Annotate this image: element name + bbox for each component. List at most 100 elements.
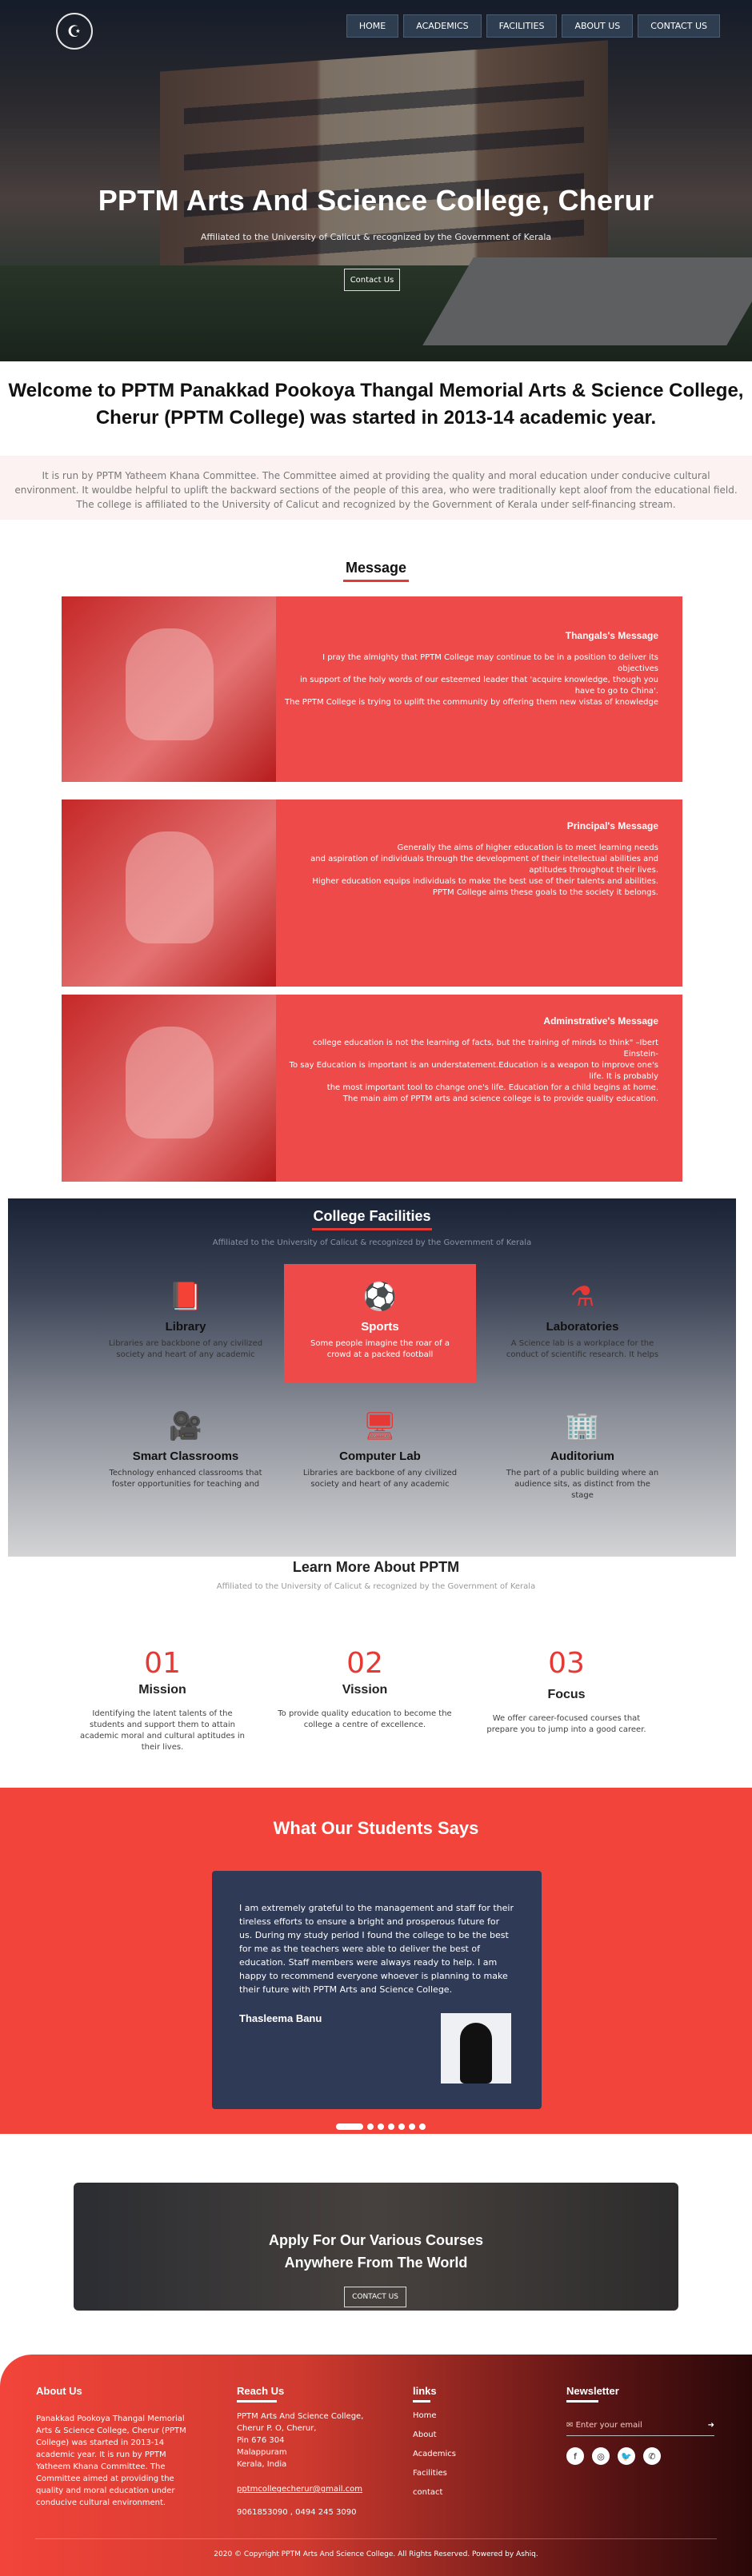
welcome-heading: Welcome to PPTM Panakkad Pookoya Thangal… <box>8 380 744 429</box>
title-underline <box>343 580 409 582</box>
administrative-photo <box>62 995 276 1182</box>
college-logo[interactable]: ☪ <box>56 13 93 50</box>
twitter-icon[interactable]: 🐦 <box>618 2447 635 2465</box>
message-title: Thangals's Message <box>565 630 658 641</box>
message-line: Generally the aims of higher education i… <box>397 843 658 852</box>
message-line: the most important tool to change one's … <box>326 1083 658 1092</box>
whatsapp-icon[interactable]: ✆ <box>643 2447 661 2465</box>
footer-link-facilities[interactable]: Facilities <box>413 2467 509 2479</box>
footer-email-link[interactable]: pptmcollegecherur@gmail.com <box>237 2483 381 2495</box>
testimonial-card: I am extremely grateful to the managemen… <box>212 1871 542 2109</box>
testimonial-section: What Our Students Says I am extremely gr… <box>0 1788 752 2134</box>
carousel-dot[interactable] <box>388 2123 394 2130</box>
footer-heading: About Us <box>36 2385 82 2397</box>
hero-subtitle: Affiliated to the University of Calicut … <box>200 232 552 242</box>
nav-contact-us[interactable]: CONTACT US <box>638 14 720 38</box>
footer-link-home[interactable]: Home <box>413 2410 509 2422</box>
facility-desc: A Science lab is a workplace for the con… <box>506 1339 659 1359</box>
address-line: Kerala, India <box>237 2460 287 2469</box>
message-line: college education is not the learning of… <box>313 1039 658 1059</box>
footer-about-text: Panakkad Pookoya Thangal Memorial Arts &… <box>36 2415 186 2507</box>
testimonial-text: I am extremely grateful to the managemen… <box>239 1903 514 1995</box>
facility-name: Smart Classrooms <box>132 1449 239 1463</box>
nav-about-us[interactable]: ABOUT US <box>562 14 634 38</box>
apply-contact-button[interactable]: CONTACT US <box>344 2287 406 2307</box>
video-icon: 🎥 <box>168 1410 203 1442</box>
apply-banner: Apply For Our Various Courses Anywhere F… <box>74 2183 678 2311</box>
block-desc: To provide quality education to become t… <box>278 1709 452 1729</box>
message-line: I pray the almighty that PPTM College ma… <box>322 653 658 673</box>
mail-icon: ✉ <box>566 2421 574 2430</box>
copyright: 2020 © Copyright PPTM Arts And Science C… <box>214 2550 538 2558</box>
message-line: To say Education is important is an unde… <box>289 1061 658 1081</box>
facility-name: Library <box>165 1320 206 1334</box>
facility-auditorium[interactable]: 🏢 Auditorium The part of a public buildi… <box>486 1394 678 1512</box>
mission-block: 01 Mission Identifying the latent talent… <box>74 1647 250 1753</box>
learn-more-section: Learn More About PPTM Affiliated to the … <box>0 1559 752 1591</box>
hero-contact-button[interactable]: Contact Us <box>344 269 400 291</box>
message-line: The PPTM College is trying to uplift the… <box>285 698 658 707</box>
carousel-dot[interactable] <box>367 2123 374 2130</box>
number: 02 <box>346 1647 383 1680</box>
footer-heading: Reach Us <box>237 2385 285 2397</box>
block-desc: We offer career-focused courses that pre… <box>486 1714 646 1734</box>
about-line: environment. It wouldbe helpful to uplif… <box>14 484 738 496</box>
carousel-dot[interactable] <box>419 2123 426 2130</box>
principal-photo <box>62 800 276 987</box>
social-links: f ◎ 🐦 ✆ <box>566 2447 718 2465</box>
footer-link-about[interactable]: About <box>413 2429 509 2441</box>
message-line: and aspiration of individuals through th… <box>310 855 658 875</box>
address-line: PPTM Arts And Science College, <box>237 2412 364 2421</box>
newsletter-input[interactable]: ✉ Enter your email ➜ <box>566 2415 714 2436</box>
footer: About Us Panakkad Pookoya Thangal Memori… <box>0 2355 752 2576</box>
football-icon: ⚽ <box>362 1281 398 1313</box>
facility-smart-classrooms[interactable]: 🎥 Smart Classrooms Technology enhanced c… <box>90 1394 282 1512</box>
carousel-dot[interactable] <box>378 2123 384 2130</box>
title-underline <box>312 1228 432 1230</box>
hero-title: PPTM Arts And Science College, Cherur <box>98 184 654 217</box>
facility-library[interactable]: 📕 Library Libraries are backbone of any … <box>90 1264 282 1382</box>
apply-line: Anywhere From The World <box>284 2255 468 2271</box>
carousel-dot[interactable] <box>398 2123 405 2130</box>
carousel-dot-active[interactable] <box>336 2123 363 2130</box>
nav-academics[interactable]: ACADEMICS <box>403 14 482 38</box>
instagram-icon[interactable]: ◎ <box>592 2447 610 2465</box>
footer-link-academics[interactable]: Academics <box>413 2448 509 2460</box>
facility-desc: Some people imagine the roar of a crowd … <box>310 1339 450 1359</box>
footer-about: About Us Panakkad Pookoya Thangal Memori… <box>36 2385 196 2509</box>
footer-reach: Reach Us PPTM Arts And Science College, … <box>237 2385 381 2518</box>
facility-name: Sports <box>361 1320 399 1334</box>
message-line: in support of the holy words of our este… <box>299 676 658 696</box>
arrow-right-icon[interactable]: ➜ <box>708 2419 714 2431</box>
footer-heading: Newsletter <box>566 2385 619 2397</box>
apply-heading: Apply For Our Various Courses Anywhere F… <box>74 2183 678 2274</box>
facility-sports[interactable]: ⚽ Sports Some people imagine the roar of… <box>284 1264 476 1382</box>
number: 03 <box>548 1647 585 1680</box>
address-line: Cherur P. O, Cherur, <box>237 2424 317 2433</box>
vission-block: 02 Vission To provide quality education … <box>277 1647 453 1731</box>
nav-facilities[interactable]: FACILITIES <box>486 14 558 38</box>
address-line: Malappuram <box>237 2448 287 2457</box>
facility-desc: The part of a public building where an a… <box>506 1469 659 1500</box>
focus-block: 03 Focus We offer career-focused courses… <box>478 1647 654 1736</box>
block-desc: Identifying the latent talents of the st… <box>79 1709 245 1752</box>
address-line: Pin 676 304 <box>237 2436 285 2445</box>
facility-desc: Libraries are backbone of any civilized … <box>108 1339 263 1359</box>
facebook-icon[interactable]: f <box>566 2447 584 2465</box>
facility-computer-lab[interactable]: 🖥 Computer Lab Libraries are backbone of… <box>284 1394 476 1512</box>
message-card-administrative: Adminstrative's Message college educatio… <box>62 995 682 1182</box>
newsletter-placeholder: Enter your email <box>575 2421 642 2430</box>
facility-desc: Libraries are backbone of any civilized … <box>302 1469 458 1489</box>
message-line: The main aim of PPTM arts and science co… <box>342 1095 658 1103</box>
facility-name: Computer Lab <box>339 1449 421 1463</box>
footer-links: links Home About Academics Facilities co… <box>413 2385 509 2498</box>
main-nav: HOME ACADEMICS FACILITIES ABOUT US CONTA… <box>346 14 720 38</box>
facility-laboratories[interactable]: ⚗ Laboratories A Science lab is a workpl… <box>486 1264 678 1382</box>
facility-desc: Technology enhanced classrooms that fost… <box>109 1469 262 1489</box>
message-title: Principal's Message <box>566 820 658 831</box>
block-title: Mission <box>138 1683 186 1697</box>
footer-phone: 9061853090 , 0494 245 3090 <box>237 2508 357 2517</box>
footer-link-contact[interactable]: contact <box>413 2486 509 2498</box>
carousel-dot[interactable] <box>409 2123 415 2130</box>
nav-home[interactable]: HOME <box>346 14 399 38</box>
